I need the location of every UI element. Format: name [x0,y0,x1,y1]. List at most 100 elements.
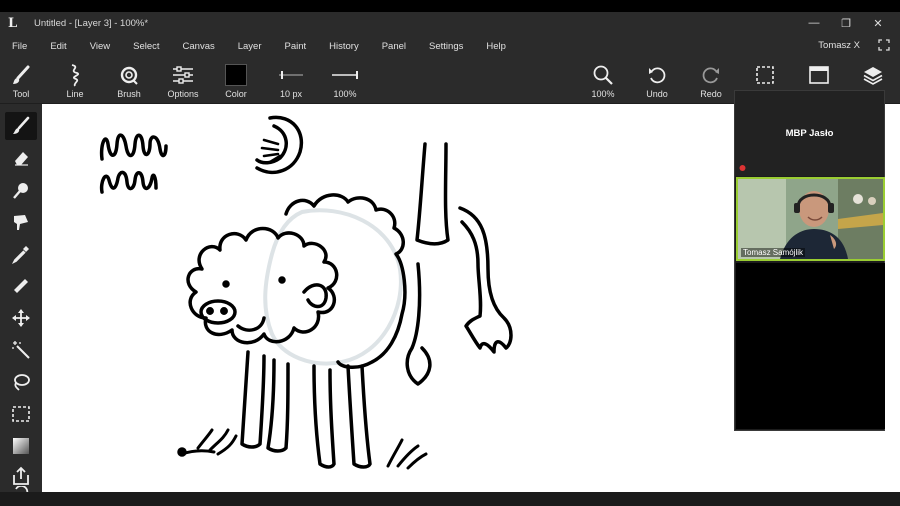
leg-2 [266,358,290,453]
post [415,142,450,246]
recording-icon [739,165,746,171]
participant-video[interactable]: Tomasz Samójlik [736,177,885,261]
export-tool-icon [13,466,29,485]
color-button[interactable]: Color [211,62,261,99]
color-swatch [225,64,247,86]
menu-help[interactable]: Help [474,41,517,52]
minimize-button[interactable]: — [798,12,830,34]
fullscreen-icon[interactable] [878,39,890,51]
lasso-tool-icon [14,374,30,391]
mouth [236,316,266,332]
meeting-header: MBP Jasło [735,91,884,176]
brush-label: Brush [117,89,141,99]
selection-button[interactable] [740,62,790,88]
eraser-tool[interactable] [5,144,37,172]
moon-inner [255,124,288,165]
line-button[interactable]: Line [50,62,100,99]
top-strip [0,0,900,12]
menu-file[interactable]: File [0,41,38,52]
tool-button[interactable]: Tool [0,62,46,99]
selection-icon [756,66,774,84]
redo-label: Redo [700,89,722,99]
menu-panel[interactable]: Panel [370,41,417,52]
magic-wand-tool[interactable] [5,336,37,364]
canvas-icon [809,66,829,84]
nostril-right [220,307,228,315]
brush-tool[interactable] [5,112,37,140]
brush-size-slider[interactable]: 10 px [266,62,316,99]
empty-video-area [736,263,885,429]
redo-button[interactable]: Redo [686,62,736,99]
zoom-button[interactable]: 100% [578,62,628,99]
fill-tool-icon [14,215,28,230]
menu-layer[interactable]: Layer [226,41,273,52]
options-icon [173,66,193,84]
magic-wand-tool-icon [12,341,30,359]
ear [302,283,328,309]
leg-3 [312,364,336,469]
options-button[interactable]: Options [158,62,208,99]
arm [458,206,513,354]
eraser-tool-icon [15,152,28,166]
menu-canvas[interactable]: Canvas [171,41,226,52]
grass-right [386,438,428,470]
participant-image [738,179,883,259]
video-call-panel[interactable]: MBP Jasło Tomasz Samójlik [734,90,885,431]
menu-settings[interactable]: Settings [417,41,474,52]
scribble-top [99,133,168,161]
menu-select[interactable]: Select [121,41,170,52]
window-controls: — ❐ ✕ [798,12,894,34]
rect-select-tool-icon [12,406,30,422]
gradient-tool-icon [13,438,29,454]
fill-tool[interactable] [5,208,37,236]
undo-button[interactable]: Undo [632,62,682,99]
window-title: Untitled - [Layer 3] - 100%* [34,17,149,29]
brush-icon [13,65,30,84]
moon-lashes [260,138,282,164]
leg-1 [240,350,266,449]
snout [199,299,237,325]
move-tool[interactable] [5,304,37,332]
brush-shape-icon [120,66,138,85]
menu-history[interactable]: History [317,41,370,52]
menu-bar: File Edit View Select Canvas Layer Paint… [0,34,900,58]
undo-icon [649,67,666,84]
brush-button[interactable]: Brush [104,62,154,99]
nostril-left [206,307,214,315]
menu-paint[interactable]: Paint [273,41,318,52]
layers-button[interactable] [848,62,898,88]
close-button[interactable]: ✕ [862,12,894,34]
opacity-slider[interactable]: 100% [320,62,370,99]
undo-label: Undo [646,89,668,99]
menu-view[interactable]: View [78,41,121,52]
eyedropper-tool[interactable] [5,240,37,268]
rect-select-tool[interactable] [5,400,37,428]
lasso-tool[interactable] [5,368,37,396]
canvas-button[interactable] [794,62,844,88]
eye-right [278,276,286,284]
restore-button[interactable]: ❐ [830,12,862,34]
tool-label: Tool [12,89,30,99]
line-icon [71,64,80,87]
menu-edit[interactable]: Edit [38,41,77,52]
smudge-tool[interactable] [5,176,37,204]
grass-dot [177,447,187,457]
grass-left [180,428,238,456]
eye-left [222,280,230,288]
brush-size-label: 10 px [279,89,303,99]
gradient-tool[interactable] [5,432,37,460]
zoom-icon [593,65,613,85]
app-logo: L [8,15,18,31]
smudge-tool-icon [13,183,28,199]
opacity-label: 100% [333,89,357,99]
tail [405,262,432,386]
user-name[interactable]: Tomasz X [818,40,860,51]
participant-name: Tomasz Samójlik [741,248,806,257]
eyedropper-tool-icon [11,246,29,264]
color-label: Color [225,89,247,99]
tool-sidebar [0,104,42,496]
ruler-tool[interactable] [5,272,37,300]
line-label: Line [66,89,84,99]
body-fluff [284,193,407,369]
scribble-bottom [99,170,158,194]
